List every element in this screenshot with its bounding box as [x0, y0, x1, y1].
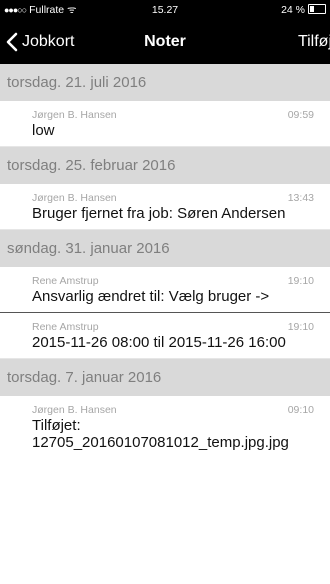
top-bar: ●●●○○ Fullrate ᯤ 15.27 24 % Jobkort Note…	[0, 0, 330, 64]
date-section-header: torsdag. 21. juli 2016	[0, 64, 330, 101]
note-time: 19:10	[287, 321, 314, 333]
back-button-label: Jobkort	[22, 33, 75, 50]
note-author: Jørgen B. Hansen	[32, 192, 117, 204]
note-text: Tilføjet: 12705_20160107081012_temp.jpg.…	[32, 417, 289, 451]
note-item[interactable]: Jørgen B. Hansen 09:10 Tilføjet: 12705_2…	[0, 396, 330, 458]
date-section-header: søndag. 31. januar 2016	[0, 230, 330, 267]
note-item[interactable]: Rene Amstrup 19:10 Ansvarlig ændret til:…	[0, 267, 330, 313]
note-author: Rene Amstrup	[32, 275, 99, 287]
note-time: 19:10	[287, 275, 314, 287]
note-text: 2015-11-26 08:00 til 2015-11-26 16:00	[32, 334, 286, 351]
add-note-button[interactable]: Tilføj	[298, 20, 330, 64]
chevron-left-icon	[6, 32, 18, 52]
status-bar: ●●●○○ Fullrate ᯤ 15.27 24 %	[0, 0, 330, 20]
note-item[interactable]: Rene Amstrup 19:10 2015-11-26 08:00 til …	[0, 313, 330, 359]
battery-percent: 24 %	[281, 4, 305, 16]
battery-info: 24 %	[281, 0, 326, 20]
navigation-bar: Jobkort Noter Tilføj	[0, 20, 330, 64]
back-button[interactable]: Jobkort	[6, 20, 74, 64]
note-item[interactable]: Jørgen B. Hansen 13:43 Bruger fjernet fr…	[0, 184, 330, 230]
notes-list[interactable]: torsdag. 21. juli 2016 Jørgen B. Hansen …	[0, 64, 330, 584]
date-section-header: torsdag. 25. februar 2016	[0, 147, 330, 184]
note-author: Jørgen B. Hansen	[32, 109, 117, 121]
note-author: Rene Amstrup	[32, 321, 99, 333]
note-item[interactable]: Jørgen B. Hansen 09:59 low	[0, 101, 330, 147]
note-text: Bruger fjernet fra job: Søren Andersen	[32, 205, 286, 222]
battery-icon	[308, 4, 326, 14]
note-text: low	[32, 122, 55, 139]
note-time: 13:43	[287, 192, 314, 204]
note-time: 09:10	[287, 404, 314, 416]
note-time: 09:59	[287, 109, 314, 121]
note-author: Jørgen B. Hansen	[32, 404, 117, 416]
date-section-header: torsdag. 7. januar 2016	[0, 359, 330, 396]
note-text: Ansvarlig ændret til: Vælg bruger ->	[32, 288, 270, 305]
